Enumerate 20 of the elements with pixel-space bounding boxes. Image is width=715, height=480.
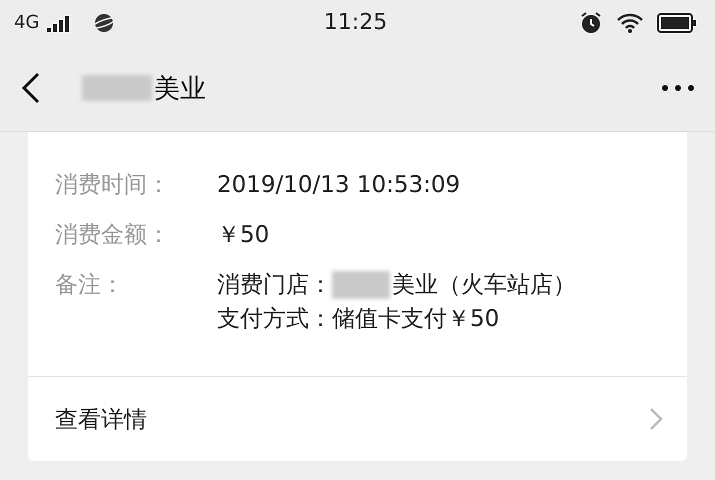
field-value: 美业（火车站店） — [392, 271, 576, 300]
signal-icon — [47, 14, 72, 32]
field-label: 消费时间： — [55, 171, 171, 200]
battery-icon — [657, 12, 697, 32]
chevron-right-icon — [649, 407, 663, 431]
field-value: ￥50 — [217, 221, 270, 250]
details-link[interactable]: 查看详情 — [28, 376, 687, 461]
field-label: 备注： — [55, 271, 125, 300]
page-title: 美业 — [154, 72, 206, 106]
field-label: 消费金额： — [55, 221, 171, 250]
field-value: 2019/10/13 10:53:09 — [217, 171, 460, 200]
field-label: 支付方式： — [217, 305, 332, 334]
more-icon[interactable] — [661, 84, 695, 92]
field-label: 消费门店： — [217, 271, 332, 300]
alarm-icon — [579, 10, 603, 34]
clock-time: 11:25 — [324, 10, 388, 35]
wifi-icon — [617, 12, 643, 32]
back-icon[interactable] — [20, 72, 42, 104]
network-label: 4G — [14, 12, 40, 33]
field-value: 储值卡支付￥50 — [332, 305, 500, 334]
